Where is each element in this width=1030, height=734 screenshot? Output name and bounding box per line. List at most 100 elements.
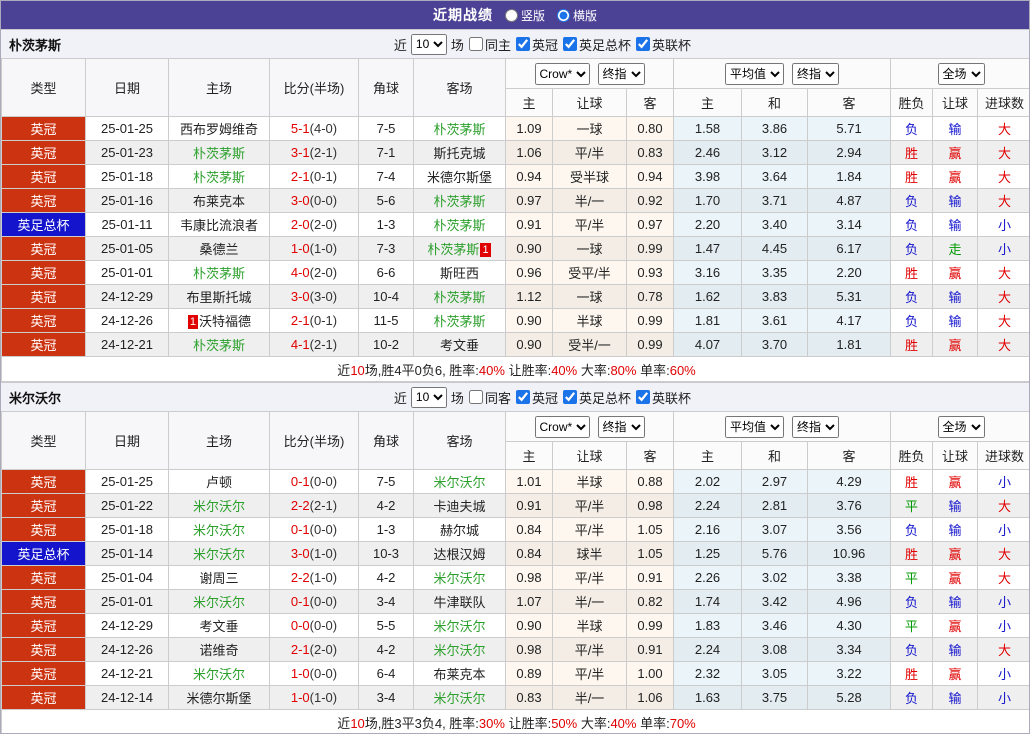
sub-col-header: 胜负: [890, 88, 934, 117]
odds-home: 0.98: [505, 637, 553, 662]
competition-checkbox[interactable]: [515, 390, 530, 404]
match-date: 25-01-25: [85, 116, 169, 141]
match-date: 24-12-21: [85, 332, 169, 357]
match-row: 英冠 25-01-01 米尔沃尔 0-1(0-0) 3-4 牛津联队 1.07 半/一 0.82…: [1, 589, 1029, 614]
competition-checkbox-label[interactable]: 英足总杯: [562, 388, 631, 407]
match-row: 英冠 24-12-21 朴茨茅斯 4-1(2-1) 10-2 考文垂 0.90 受半/一 0.9…: [1, 332, 1029, 357]
vertical-radio-label: 竖版: [520, 8, 545, 23]
match-date: 25-01-22: [85, 493, 169, 518]
result-handicap: 输: [932, 493, 979, 518]
col-header: 类型: [1, 58, 86, 117]
competition-checkbox-label[interactable]: 英联杯: [635, 35, 691, 54]
odds-time-select[interactable]: 终指: [597, 62, 645, 85]
layout-radio-horizontal[interactable]: 横版: [557, 7, 597, 24]
competition-checkbox[interactable]: [562, 390, 577, 404]
avg-source-select[interactable]: 平均值: [725, 415, 785, 438]
competition-checkbox-label[interactable]: 英冠: [515, 35, 558, 54]
match-date: 25-01-18: [85, 517, 169, 542]
result-handicap: 赢: [932, 661, 979, 686]
scope-select[interactable]: 全场: [937, 62, 985, 85]
odds-handicap: 受平/半: [552, 260, 627, 285]
competition-checkbox-label[interactable]: 英足总杯: [562, 35, 631, 54]
odds-away: 0.99: [625, 332, 675, 357]
competition-checkbox-label[interactable]: 英联杯: [635, 388, 691, 407]
recent-count-select[interactable]: 10: [410, 386, 447, 408]
layout-radio-vertical[interactable]: 竖版: [504, 7, 545, 24]
odds-away: 1.05: [625, 541, 675, 566]
result-goals: 小: [977, 613, 1029, 638]
match-row: 英冠 24-12-14 米德尔斯堡 1-0(1-0) 3-4 米尔沃尔 0.83 半/一 1.0…: [1, 685, 1029, 710]
recent-label: 近: [393, 37, 407, 53]
odds-away: 0.83: [625, 140, 675, 165]
competition-checkbox[interactable]: [515, 37, 530, 51]
horizontal-radio[interactable]: [557, 8, 570, 22]
results-table: 类型 日期 主场 比分(半场) 角球 客场 Crow* 终指 平均值 终指 全场主让球客主和客胜负让…: [1, 58, 1029, 382]
competition-checkbox[interactable]: [635, 390, 650, 404]
result-goals: 大: [977, 637, 1029, 662]
competition-badge: 英冠: [1, 332, 86, 357]
odds-handicap: 一球: [552, 236, 627, 261]
scope-select[interactable]: 全场: [937, 415, 985, 438]
avg-draw: 3.70: [741, 332, 809, 357]
away-team: 卡迪夫城: [413, 493, 506, 518]
same-venue-checkbox[interactable]: [468, 37, 483, 51]
recent-count-select[interactable]: 10: [410, 33, 447, 55]
odds-time-select[interactable]: 终指: [597, 415, 645, 438]
odds-source-select[interactable]: Crow*: [534, 415, 590, 438]
competition-checkbox[interactable]: [562, 37, 577, 51]
sub-col-header: 和: [741, 88, 809, 117]
corners: 3-4: [358, 589, 414, 614]
red-card-badge: 1: [480, 243, 491, 257]
home-team: 朴茨茅斯: [168, 332, 270, 357]
match-row: 英冠 25-01-04 谢周三 2-2(1-0) 4-2 米尔沃尔 0.98 平/半 0.91 2…: [1, 565, 1029, 590]
score: 3-1(2-1): [269, 140, 359, 165]
match-row: 英冠 25-01-25 卢顿 0-1(0-0) 7-5 米尔沃尔 1.01 半球 0.88 2.0…: [1, 469, 1029, 494]
match-date: 24-12-26: [85, 308, 169, 333]
match-date: 24-12-29: [85, 284, 169, 309]
result-handicap: 输: [932, 116, 979, 141]
result-goals: 大: [977, 188, 1029, 213]
competition-checkbox-label[interactable]: 英冠: [515, 388, 558, 407]
avg-time-select[interactable]: 终指: [792, 62, 840, 85]
same-venue-checkbox[interactable]: [468, 390, 483, 404]
match-row: 英冠 25-01-05 桑德兰 1-0(1-0) 7-3 朴茨茅斯 1 0.90 一球 0.99 1…: [1, 236, 1029, 261]
result-goals: 大: [977, 140, 1029, 165]
scope-dropdown-group: 全场: [890, 58, 1029, 89]
same-venue-checkbox-label[interactable]: 同主: [468, 35, 511, 54]
competition-badge: 英冠: [1, 469, 86, 494]
avg-source-select[interactable]: 平均值: [725, 62, 785, 85]
odds-handicap: 半/一: [552, 589, 627, 614]
competition-checkbox[interactable]: [635, 37, 650, 51]
home-team: 卢顿: [168, 469, 270, 494]
odds-handicap: 半球: [552, 613, 627, 638]
away-team: 朴茨茅斯: [413, 308, 506, 333]
result-handicap: 输: [932, 637, 979, 662]
home-team: 米尔沃尔: [168, 493, 270, 518]
match-row: 英冠 24-12-29 考文垂 0-0(0-0) 5-5 米尔沃尔 0.90 半球 0.99 1.…: [1, 613, 1029, 638]
match-date: 25-01-16: [85, 188, 169, 213]
vertical-radio[interactable]: [504, 8, 518, 22]
result-handicap: 赢: [932, 140, 979, 165]
avg-draw: 3.40: [741, 212, 809, 237]
avg-away: 4.29: [807, 469, 892, 494]
result-handicap: 输: [932, 685, 979, 710]
result-outcome: 胜: [890, 260, 934, 285]
avg-home: 2.16: [673, 517, 743, 542]
odds-away: 0.94: [625, 164, 675, 189]
avg-time-select[interactable]: 终指: [792, 415, 840, 438]
same-venue-checkbox-label[interactable]: 同客: [468, 388, 511, 407]
odds-away: 0.91: [625, 565, 675, 590]
avg-draw: 3.05: [741, 661, 809, 686]
competition-badge: 英冠: [1, 140, 86, 165]
corners: 6-6: [358, 260, 414, 285]
result-goals: 大: [977, 332, 1029, 357]
away-team: 朴茨茅斯: [413, 116, 506, 141]
avg-home: 1.83: [673, 613, 743, 638]
competition-badge: 英冠: [1, 116, 86, 141]
odds-home: 1.01: [505, 469, 553, 494]
odds-source-select[interactable]: Crow*: [534, 62, 590, 85]
filter-controls: 近 10 场同主 英冠 英足总杯 英联杯: [393, 33, 691, 55]
competition-badge: 英冠: [1, 260, 86, 285]
odds-handicap: 半/一: [552, 685, 627, 710]
score: 4-0(2-0): [269, 260, 359, 285]
